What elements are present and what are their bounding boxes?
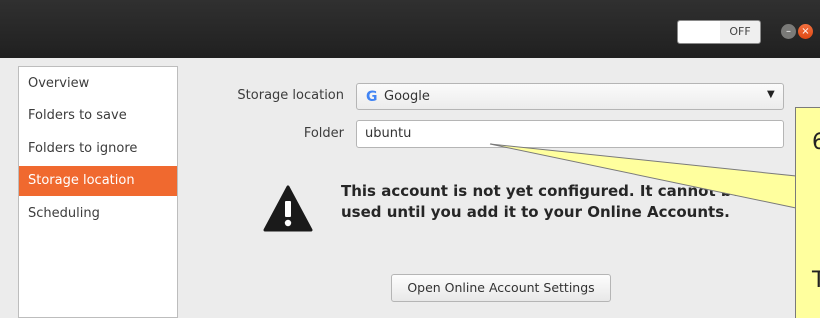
callout-pointer <box>489 143 797 209</box>
callout-text-top: 6 <box>812 130 820 155</box>
callout-text-bottom: T <box>812 268 820 293</box>
callout-tooltip: 6 T <box>795 107 820 318</box>
